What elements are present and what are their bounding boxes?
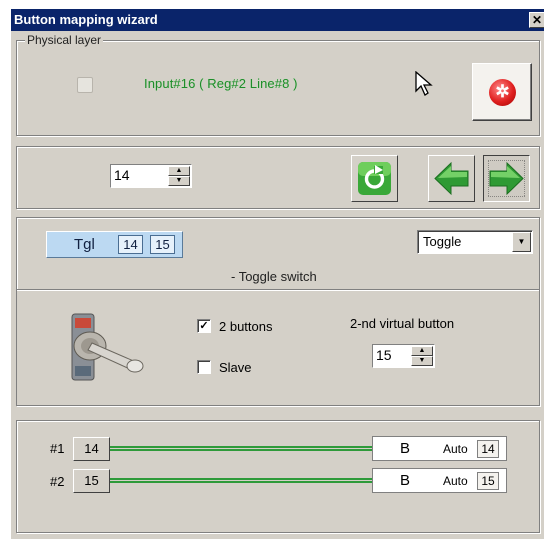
mapping-row-label: #2 <box>50 474 65 489</box>
window-title: Button mapping wizard <box>14 12 158 27</box>
second-virtual-button-spinner[interactable]: 15 ▲ ▼ <box>372 344 435 368</box>
spin-up-arrow[interactable]: ▲ <box>411 346 433 356</box>
toggle-switch-icon <box>71 313 144 381</box>
mapping-connector-line <box>110 446 372 451</box>
reset-button[interactable] <box>351 155 398 202</box>
button-number-spinner[interactable]: 14 ▲ ▼ <box>110 164 192 188</box>
physical-layer-label: Physical layer <box>25 33 104 47</box>
virtual-output-1[interactable]: B Auto 14 <box>372 436 507 461</box>
auto-label: Auto <box>443 474 468 488</box>
mode-chip-second: 15 <box>150 235 175 254</box>
mode-description: - Toggle switch <box>231 269 317 284</box>
second-virtual-button-label: 2-nd virtual button <box>350 316 455 331</box>
back-button[interactable] <box>428 155 475 202</box>
mapping-connector-line <box>110 478 372 483</box>
title-bar: Button mapping wizard ✕ <box>11 9 544 31</box>
mode-options-panel: ✓ 2 buttons Slave 2-nd virtual button 15… <box>16 290 540 406</box>
forward-arrow-icon <box>488 160 525 197</box>
reset-icon <box>358 162 391 195</box>
spin-up-arrow[interactable]: ▲ <box>168 166 190 176</box>
second-virtual-button-value: 15 <box>376 347 392 363</box>
button-mapping-wizard-window: Button mapping wizard ✕ Physical layer I… <box>10 9 544 539</box>
mode-select[interactable]: Toggle ▼ <box>417 230 533 254</box>
two-buttons-label: 2 buttons <box>219 319 273 334</box>
auto-value: 14 <box>477 440 499 458</box>
mouse-cursor-icon <box>415 71 433 96</box>
auto-label: Auto <box>443 442 468 456</box>
auto-value: 15 <box>477 472 499 490</box>
spin-down-arrow[interactable]: ▼ <box>168 176 190 186</box>
button-mode-panel: Tgl 14 15 Toggle ▼ - Toggle switch <box>16 217 540 290</box>
virtual-output-2[interactable]: B Auto 15 <box>372 468 507 493</box>
mode-label: Tgl <box>74 236 95 253</box>
back-arrow-icon <box>434 161 469 196</box>
slave-label: Slave <box>219 360 252 375</box>
mode-select-value: Toggle <box>423 234 462 249</box>
output-key: B <box>400 472 411 489</box>
record-button[interactable]: ✲ <box>472 63 532 121</box>
mode-chip-first: 14 <box>118 235 143 254</box>
two-buttons-checkbox[interactable]: ✓ <box>197 319 211 333</box>
mapping-row-label: #1 <box>50 441 65 456</box>
button-number-value: 14 <box>114 167 130 183</box>
close-button[interactable]: ✕ <box>529 12 544 28</box>
input-info-text: Input#16 ( Reg#2 Line#8 ) <box>144 76 298 91</box>
physical-layer-group: Physical layer Input#16 ( Reg#2 Line#8 )… <box>16 33 540 136</box>
input-state-indicator <box>77 77 93 93</box>
slave-checkbox[interactable] <box>197 360 211 374</box>
forward-button[interactable] <box>483 155 530 202</box>
navigator-panel: 14 ▲ ▼ <box>16 146 540 209</box>
output-key: B <box>400 440 411 457</box>
mode-indicator: Tgl 14 15 <box>46 231 183 258</box>
physical-button-1[interactable]: 14 <box>73 437 110 461</box>
spin-down-arrow[interactable]: ▼ <box>411 356 433 366</box>
chevron-down-icon[interactable]: ▼ <box>512 232 531 252</box>
physical-button-2[interactable]: 15 <box>73 469 110 493</box>
mapping-panel: #1 14 B Auto 14 #2 15 B Auto 15 <box>16 420 540 533</box>
